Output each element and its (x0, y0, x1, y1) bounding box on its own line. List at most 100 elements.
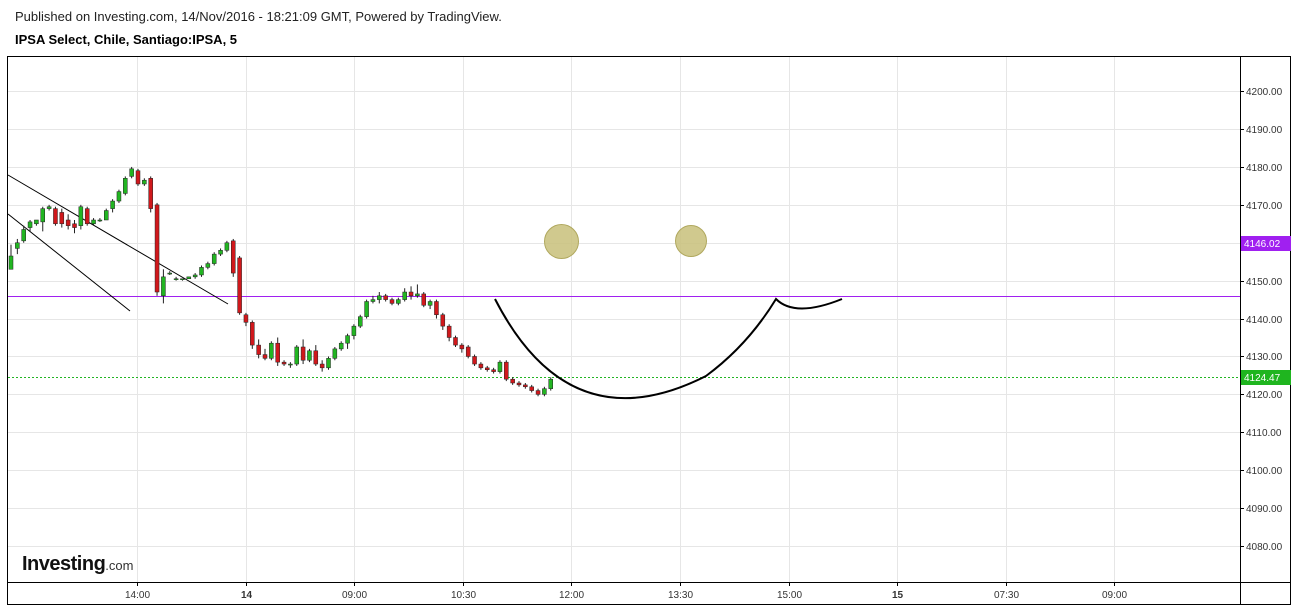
candle-down (231, 240, 236, 274)
candle-up (97, 219, 103, 222)
candle-down (65, 219, 71, 226)
candle-up (326, 358, 331, 369)
candle-up (396, 299, 401, 304)
y-tick-label: 4130.00 (1246, 352, 1283, 363)
candle-up (192, 274, 198, 278)
candle-up (497, 361, 503, 372)
candle-down (485, 367, 490, 370)
candle-down (262, 354, 268, 359)
candle-up (205, 263, 211, 268)
candle-down (256, 344, 261, 355)
candle-down (504, 361, 509, 380)
y-tick-label: 4140.00 (1246, 315, 1283, 326)
candle-up (104, 210, 109, 221)
candle-down (84, 208, 90, 225)
candle-down (313, 350, 319, 365)
candle-down (135, 170, 141, 185)
candle-up (167, 272, 172, 275)
y-tick-label: 4080.00 (1246, 542, 1283, 553)
candle-down (281, 361, 287, 365)
candle-down (453, 337, 458, 346)
candle-down (535, 390, 541, 395)
investing-logo[interactable]: Investing.com (22, 553, 133, 576)
candle-up (338, 342, 344, 350)
candle-up (307, 350, 312, 361)
candle-up (542, 388, 547, 395)
candle-up (161, 276, 166, 297)
candle-up (358, 316, 363, 327)
candle-down (72, 223, 77, 228)
candle-up (351, 325, 357, 336)
candle-up (427, 301, 433, 306)
x-tick-label: 10:30 (451, 590, 476, 601)
candle-up (211, 253, 217, 264)
price-label-purple: 4146.02 (1241, 236, 1291, 251)
candle-up (40, 208, 45, 223)
candle-up (332, 348, 338, 359)
candle-up (27, 221, 33, 228)
candle-down (491, 369, 496, 372)
candle-down (478, 363, 484, 369)
candle-down (154, 204, 160, 293)
candle-up (116, 191, 122, 202)
candle-down (465, 346, 471, 357)
y-tick-label: 4110.00 (1246, 428, 1282, 439)
x-tick-label: 07:30 (994, 590, 1019, 601)
price-label-green: 4124.47 (1241, 370, 1291, 385)
price-label-green-text: 4124.47 (1244, 373, 1281, 384)
y-tick-label: 4100.00 (1246, 466, 1283, 477)
x-tick-label: 14 (241, 590, 253, 601)
candle-up (224, 242, 230, 251)
candle-down (300, 346, 306, 361)
candle-up (364, 301, 369, 317)
candle-up (46, 206, 52, 209)
logo-suffix: .com (105, 558, 134, 573)
candle-up (345, 335, 350, 344)
candle-up (123, 178, 128, 194)
candle-down (408, 291, 414, 297)
candle-up (15, 242, 20, 249)
y-tick-label: 4170.00 (1246, 201, 1283, 212)
candle-up (110, 200, 115, 209)
candle-down (237, 257, 242, 314)
candle-up (294, 346, 299, 365)
candle-up (142, 179, 147, 185)
candle-down (529, 386, 534, 391)
time-axis[interactable]: 14:00 14 09:00 10:30 12:00 13:30 15:00 15 07:30 0… (125, 582, 1127, 601)
candle-up (199, 267, 204, 276)
candle-down (434, 301, 439, 316)
x-tick-label: 13:30 (668, 590, 693, 601)
y-tick-label: 4180.00 (1246, 163, 1283, 174)
candle-up (91, 219, 96, 225)
candle-down (59, 212, 65, 225)
candle-down (53, 208, 58, 225)
candle-down (459, 344, 465, 350)
smiley-right-eye[interactable] (675, 225, 707, 257)
horizontal-grid (8, 91, 1240, 547)
x-tick-label: 09:00 (342, 590, 367, 601)
candle-up (8, 255, 14, 270)
candle-up (377, 295, 382, 300)
candle-down (516, 382, 522, 386)
candle-up (370, 299, 376, 302)
candle-down (523, 384, 528, 388)
candle-down (472, 356, 477, 365)
candle-down (250, 322, 255, 346)
candle-down (389, 299, 395, 304)
candle-up (34, 219, 39, 225)
price-axis[interactable]: 4200.004190.004180.004170.004160.004150.… (1240, 87, 1283, 553)
x-tick-label: 14:00 (125, 590, 150, 601)
candle-down (243, 314, 249, 323)
smiley-left-eye[interactable] (544, 224, 579, 259)
candle-down (148, 178, 153, 209)
logo-main: Investing (22, 553, 106, 575)
candle-up (218, 250, 223, 255)
candle-up (269, 342, 274, 359)
candle-down (446, 325, 452, 338)
x-tick-label: 09:00 (1102, 590, 1127, 601)
candle-up (180, 278, 185, 281)
x-tick-label: 12:00 (559, 590, 584, 601)
y-tick-label: 4120.00 (1246, 390, 1283, 401)
chart-canvas[interactable]: 4200.004190.004180.004170.004160.004150.… (0, 0, 1297, 607)
candle-up (402, 291, 407, 300)
